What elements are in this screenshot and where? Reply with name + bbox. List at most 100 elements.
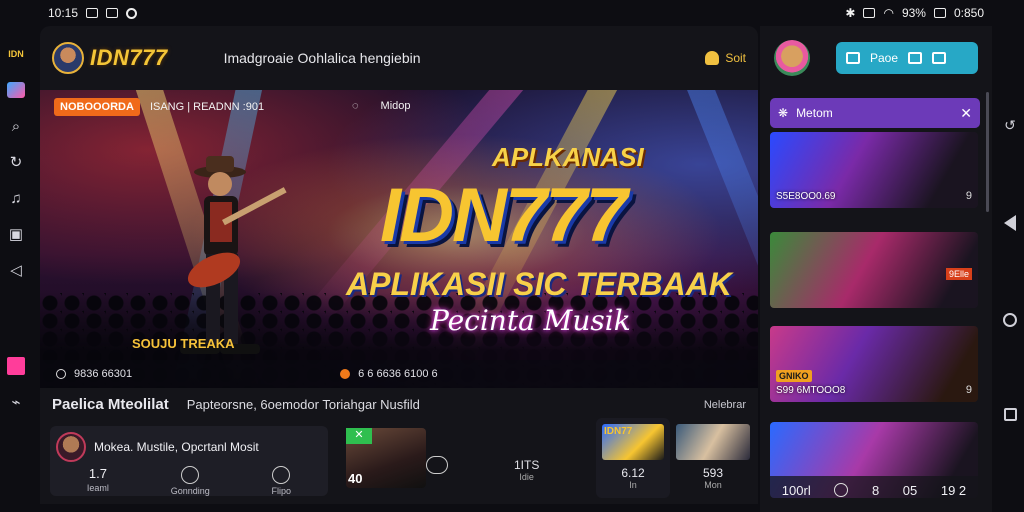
profile-stat[interactable]: 1.7 Ieaml [87,466,109,496]
assistant-icon[interactable]: ↺ [1004,117,1016,134]
section-subtitle: Papteorsne, 6oemodor Toriahgar Nusfild [186,397,420,412]
brand-logo[interactable]: IDN777 [90,45,168,71]
search-icon: ⌕ [11,117,21,135]
profile-stat[interactable]: Gonnding [171,466,210,496]
listeners-icon [56,369,66,379]
rail-link[interactable]: ⌁ [0,384,32,420]
card-caption: S5E8OO0.69 [776,191,836,202]
back-icon[interactable] [1004,215,1016,232]
app-thumbnail-image: IDN77 [602,424,664,460]
profile-stat[interactable]: Flipo [272,466,291,496]
recents-icon[interactable] [1003,408,1017,422]
battery-icon [933,8,946,18]
left-rail: IDN ⌕ ↻ ♫ ▣ ◁ ⌁ [0,36,32,512]
rail-pink-app[interactable] [0,348,32,384]
app-icon [7,357,25,375]
card-tag: 9Elle [945,268,972,280]
play-icon[interactable] [834,483,849,497]
hero-badge: SOUJU TREAKA [132,336,235,351]
people-thumbnail[interactable]: 593 Mon [672,418,754,498]
hero-tagline: Pecinta Musik [430,304,631,337]
playlist-card[interactable]: GNIKO S99 6MTOOO8 9 [770,326,978,402]
avatar[interactable] [56,432,86,462]
grid-icon [932,52,947,64]
clock-icon [181,466,200,484]
app-thumbnail-label: In [629,480,637,490]
hero-subtitle: APLIKASII SIC TERBAAK [346,266,732,302]
home-icon [7,82,25,98]
rail-search[interactable]: ⌕ [0,108,32,144]
check-icon: ✕ [346,428,372,444]
music-icon: ♫ [10,189,22,207]
stat-value: 1.7 [88,466,107,481]
rail-logo-text: IDN [8,49,24,59]
brand-avatar[interactable] [52,42,84,74]
home-button-icon[interactable] [1003,312,1017,327]
card-tag: GNIKO [776,370,812,382]
bluetooth-icon: ✱ [845,6,856,20]
rail-music[interactable]: ♫ [0,180,32,216]
mail-icon [86,8,99,18]
rail-share[interactable]: ◁ [0,252,32,288]
rail-image[interactable]: ▣ [0,216,32,252]
playlist-icon: ❋ [778,106,789,120]
hero-title-main: IDN777 [380,173,628,258]
screen: 10:15 ✱ ◠ 93% 0:850 IDN ⌕ ↻ ♫ ▣ ◁ ⌁ IDN7… [0,0,1024,512]
action-pill-label: Paoe [870,51,899,65]
people-thumbnail-image [676,424,750,460]
user-avatar[interactable] [774,40,810,76]
play-icon[interactable] [426,456,448,474]
player-stat: 100rl [781,482,811,498]
scrollbar[interactable] [986,92,989,212]
people-thumbnail-label: Mon [704,480,722,490]
hero-tag-text: ISANG | READNN :901 [149,101,265,113]
hero-banner[interactable]: NOBOOORDA ISANG | READNN :901 ◌ Midop AP… [40,90,758,388]
wifi-icon: ◠ [883,6,894,20]
profile-card[interactable]: Mokea. Mustile, Opcrtanl Mosit 1.7 Ieaml… [50,426,328,496]
rail-logo[interactable]: IDN [0,36,32,72]
playlist-card[interactable]: 9Elle [770,232,978,308]
sync-icon [126,7,138,19]
bell-icon [705,51,720,65]
app-thumbnail-value: 6.12 [621,466,645,480]
battery-level: 93% [901,6,926,20]
playlist-card[interactable]: S5E8OO0.69 9 [770,132,978,208]
card-caption: S99 6MTOOO8 [776,385,846,396]
section-header: Paelica Mteolilat Papteorsne, 6oemodor T… [52,396,746,413]
rail-home[interactable] [0,72,32,108]
flame-icon [340,369,351,379]
notification-button[interactable]: Soit [705,51,746,65]
refresh-icon: ↻ [9,154,23,171]
card-badge: 9 [965,384,972,396]
hero-foot-stat2: 6 6 6636 6100 6 [358,368,438,380]
page-title: Imadgroaie Oohlalica hengiebin [223,50,421,66]
status-bar: 10:15 ✱ ◠ 93% 0:850 [0,0,1024,26]
card-badge: 9 [965,190,972,202]
profile-stats: 1.7 Ieaml Gonnding Flipo [56,466,322,496]
rail-refresh[interactable]: ↻ [0,144,32,180]
close-icon[interactable]: ✕ [960,105,972,122]
hero-right-label[interactable]: Midop [381,100,411,112]
lower-section: Paelica Mteolilat Papteorsne, 6oemodor T… [40,388,758,504]
photo-icon [106,8,119,18]
status-time: 0:850 [953,6,984,20]
hero-foot-stat1: 9836 66301 [74,368,133,380]
playlist-header: ❋ Metom ✕ [770,98,980,128]
hero-tag[interactable]: NOBOOORDA [54,98,140,116]
profile-title: Mokea. Mustile, Opcrtanl Mosit [94,440,259,454]
stat-label: Gonnding [170,486,210,496]
info-icon[interactable]: ◌ [352,100,359,112]
player-stat: 19 2 [940,482,967,498]
app-header: IDN777 Imadgroaie Oohlalica hengiebin So… [40,26,758,90]
notification-label: Soit [725,51,746,65]
see-more-link[interactable]: Nelebrar [704,399,746,411]
section-title: Paelica Mteolilat [52,396,169,413]
thumbnail-count: 40 [348,471,363,486]
vibrate-icon [863,8,876,18]
main-app: IDN777 Imadgroaie Oohlalica hengiebin So… [40,26,758,504]
hero-footer: 9836 66301 6 6 6636 6100 6 [40,360,758,388]
video-thumbnail[interactable]: ✕ 40 [346,428,426,488]
people-thumbnail-value: 593 [702,466,724,480]
action-pill[interactable]: Paoe [836,42,978,74]
app-thumbnail[interactable]: IDN77 6.12 In [596,418,670,498]
